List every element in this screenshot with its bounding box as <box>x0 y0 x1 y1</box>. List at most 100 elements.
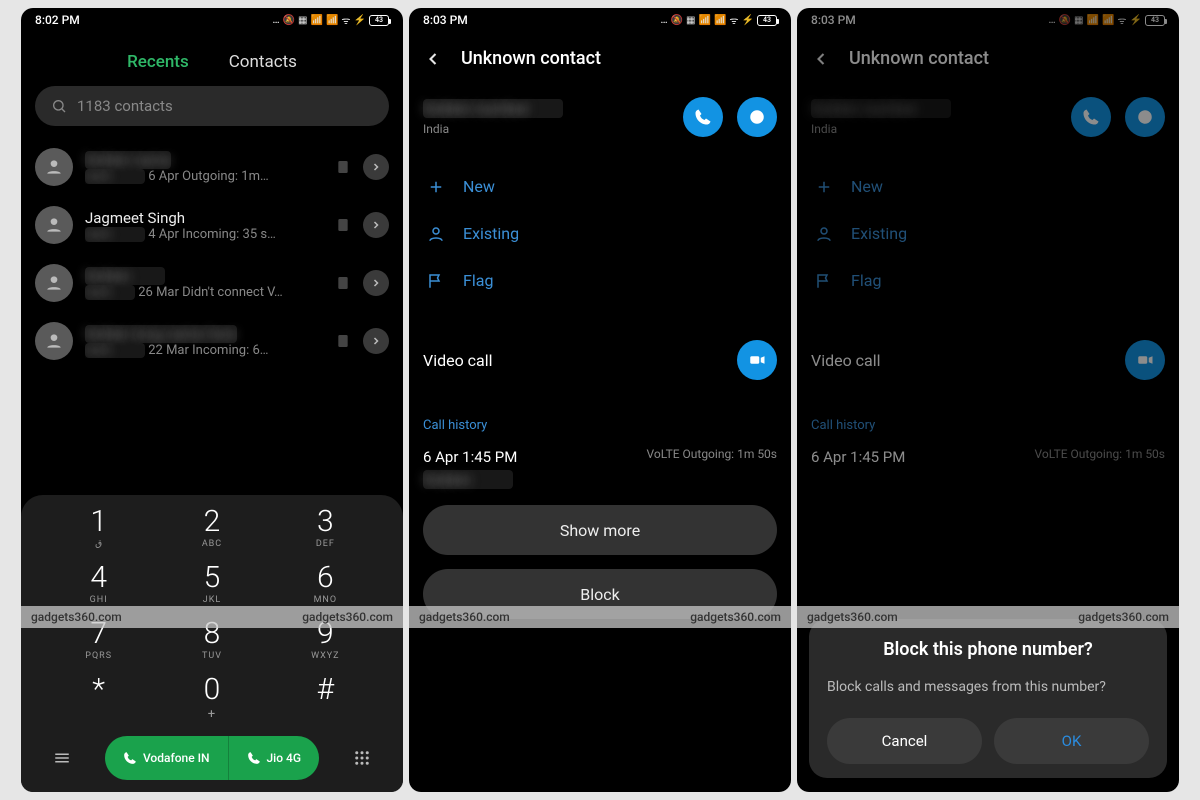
key-3[interactable]: 3DEF <box>274 507 377 549</box>
video-call-button <box>1125 340 1165 380</box>
video-call-label: Video call <box>423 351 493 370</box>
video-call-label: Video call <box>811 351 881 370</box>
key-0[interactable]: 0+ <box>160 675 263 722</box>
call-button[interactable] <box>683 97 723 137</box>
flag-contact: Flag <box>811 257 1165 304</box>
phone-icon <box>1082 108 1100 126</box>
person-icon <box>815 225 833 243</box>
battery-icon: 43 <box>1145 15 1165 26</box>
country-label: India <box>423 122 669 136</box>
message-button[interactable] <box>737 97 777 137</box>
video-icon <box>1136 351 1154 369</box>
status-icons: … 🔕 ▦ 📶 📶 ᯤ ⚡ 43 <box>273 13 390 27</box>
flag-contact[interactable]: Flag <box>423 257 777 304</box>
list-item[interactable]: hidden num 26 Mar Didn't connect V… <box>21 254 403 312</box>
contact-name-blurred: hidden long name here <box>85 325 237 343</box>
clock: 8:02 PM <box>35 13 80 27</box>
message-button <box>1125 97 1165 137</box>
country-label: India <box>811 122 1057 136</box>
avatar <box>35 322 73 360</box>
add-new-contact[interactable]: New <box>423 163 777 210</box>
screen-dialer: 8:02 PM … 🔕 ▦ 📶 📶 ᯤ ⚡ 43 Recents Contact… <box>21 8 403 792</box>
avatar <box>35 148 73 186</box>
row-details-button[interactable] <box>363 154 389 180</box>
key-5[interactable]: 5JKL <box>160 563 263 605</box>
chat-icon <box>748 108 766 126</box>
list-item[interactable]: hidden long name here num 22 Mar Incomin… <box>21 312 403 370</box>
call-sim1-button[interactable]: Vodafone IN <box>105 736 228 780</box>
chat-icon <box>1136 108 1154 126</box>
add-existing-contact: Existing <box>811 210 1165 257</box>
page-title: Unknown contact <box>461 48 601 69</box>
phone-number-blurred: hidden number <box>811 99 951 118</box>
call-history-label: Call history <box>797 388 1179 443</box>
call-button: Vodafone IN Jio 4G <box>105 736 319 780</box>
screen-contact-detail: 8:03 PM …🔕▦📶📶ᯤ⚡ 43 Unknown contact hidde… <box>409 8 791 792</box>
call-button <box>1071 97 1111 137</box>
contact-name-blurred: hidden <box>85 267 165 285</box>
call-history-label: Call history <box>409 388 791 443</box>
status-icons: …🔕▦📶📶ᯤ⚡ 43 <box>661 13 778 27</box>
sim-icon <box>335 275 351 291</box>
phone-icon <box>247 751 261 765</box>
page-title: Unknown contact <box>849 48 989 69</box>
avatar <box>35 264 73 302</box>
status-bar: 8:03 PM …🔕▦📶📶ᯤ⚡ 43 <box>409 8 791 32</box>
list-item[interactable]: hidden name num 6 Apr Outgoing: 1m… <box>21 138 403 196</box>
video-call-button[interactable] <box>737 340 777 380</box>
add-existing-contact[interactable]: Existing <box>423 210 777 257</box>
plus-icon <box>815 178 833 196</box>
watermark: gadgets360.comgadgets360.com <box>409 606 791 628</box>
dialog-title: Block this phone number? <box>827 639 1149 660</box>
search-icon <box>51 98 67 114</box>
block-dialog: Block this phone number? Block calls and… <box>809 619 1167 778</box>
flag-icon <box>427 272 445 290</box>
row-details-button[interactable] <box>363 212 389 238</box>
key-1[interactable]: 1ق <box>47 507 150 549</box>
flag-icon <box>815 272 833 290</box>
back-icon[interactable] <box>423 49 443 69</box>
key-6[interactable]: 6MNO <box>274 563 377 605</box>
contact-name-blurred: hidden name <box>85 151 171 169</box>
battery-icon: 43 <box>369 15 389 26</box>
watermark: gadgets360.comgadgets360.com <box>797 606 1179 628</box>
call-history-item: 6 Apr 1:45 PM VoLTE Outgoing: 1m 50s <box>797 443 1179 468</box>
call-sim2-button[interactable]: Jio 4G <box>228 736 320 780</box>
cancel-button[interactable]: Cancel <box>827 718 982 764</box>
menu-icon[interactable] <box>47 749 77 767</box>
battery-icon: 43 <box>757 15 777 26</box>
phone-icon <box>123 751 137 765</box>
video-icon <box>748 351 766 369</box>
row-details-button[interactable] <box>363 328 389 354</box>
key-4[interactable]: 4GHI <box>47 563 150 605</box>
phone-number-blurred: hidden number <box>423 99 563 118</box>
watermark: gadgets360.comgadgets360.com <box>21 606 403 628</box>
key-2[interactable]: 2ABC <box>160 507 263 549</box>
key-hash[interactable]: # <box>274 675 377 722</box>
screen-block-dialog: 8:03 PM …🔕▦📶📶ᯤ⚡ 43 Unknown contact hidde… <box>797 8 1179 792</box>
recents-list: hidden name num 6 Apr Outgoing: 1m… Jagm… <box>21 138 403 370</box>
tabs: Recents Contacts <box>21 32 403 86</box>
dialpad-toggle-icon[interactable] <box>347 749 377 767</box>
search-input[interactable]: 1183 contacts <box>35 86 389 126</box>
ok-button[interactable]: OK <box>994 718 1149 764</box>
avatar <box>35 206 73 244</box>
phone-icon <box>694 108 712 126</box>
list-item[interactable]: Jagmeet Singh num 4 Apr Incoming: 35 s… <box>21 196 403 254</box>
call-history-item[interactable]: 6 Apr 1:45 PM VoLTE Outgoing: 1m 50s hid… <box>409 443 791 491</box>
row-details-button[interactable] <box>363 270 389 296</box>
add-new-contact: New <box>811 163 1165 210</box>
dialpad: 1ق 2ABC 3DEF 4GHI 5JKL 6MNO 7PQRS 8TUV 9… <box>21 495 403 792</box>
tab-recents[interactable]: Recents <box>127 52 189 72</box>
sim-icon <box>335 159 351 175</box>
contact-name: Jagmeet Singh <box>85 209 323 227</box>
plus-icon <box>427 178 445 196</box>
back-icon <box>811 49 831 69</box>
show-more-button[interactable]: Show more <box>423 505 777 555</box>
clock: 8:03 PM <box>811 13 856 27</box>
dialog-body: Block calls and messages from this numbe… <box>827 678 1149 698</box>
status-bar: 8:02 PM … 🔕 ▦ 📶 📶 ᯤ ⚡ 43 <box>21 8 403 32</box>
key-star[interactable]: * <box>47 675 150 722</box>
tab-contacts[interactable]: Contacts <box>229 52 297 72</box>
clock: 8:03 PM <box>423 13 468 27</box>
